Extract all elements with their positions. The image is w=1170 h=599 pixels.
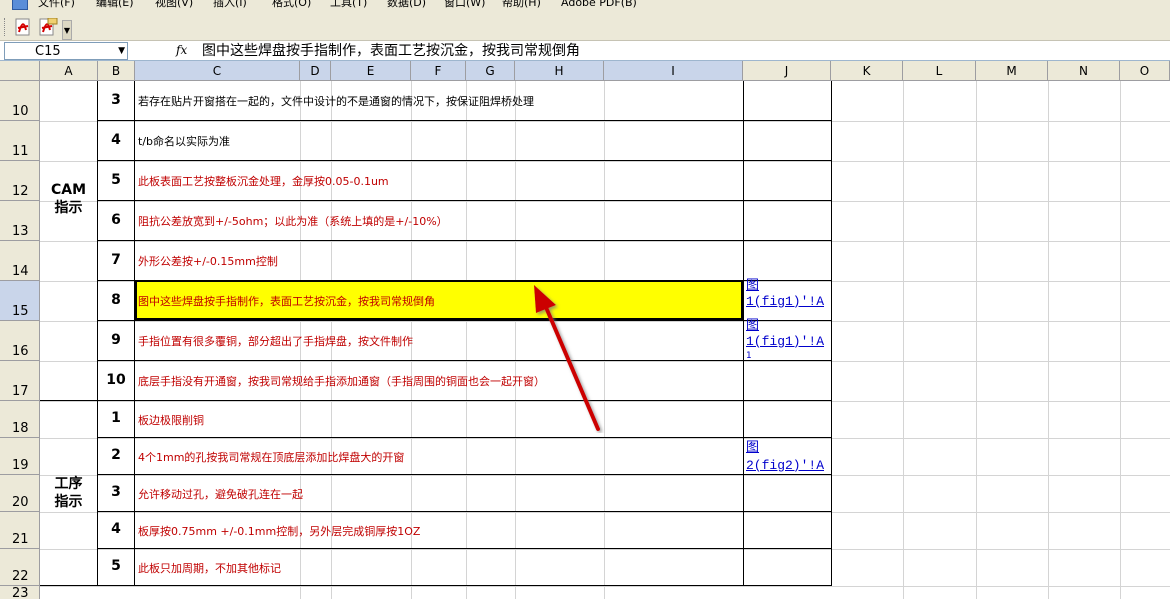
convert-to-pdf-icon[interactable] xyxy=(14,18,34,36)
gridline xyxy=(40,549,1170,550)
menu-format[interactable]: 格式(O) xyxy=(272,0,311,9)
item-text[interactable]: 若存在贴片开窗搭在一起的，文件中设计的不是通窗的情况下，按保证阻焊桥处理 xyxy=(138,93,534,109)
item-text[interactable]: 板厚按0.75mm +/-0.1mm控制，另外层完成铜厚按1OZ xyxy=(138,523,420,539)
gridline xyxy=(40,512,1170,513)
item-number: 3 xyxy=(111,484,121,500)
toolbar-grip-icon[interactable] xyxy=(4,18,7,36)
menu-tools[interactable]: 工具(T) xyxy=(330,0,367,9)
item-text[interactable]: 4个1mm的孔按我司常规在顶底层添加比焊盘大的开窗 xyxy=(138,449,404,465)
hyperlink-fig1-b-tail[interactable]: 1 xyxy=(746,351,752,361)
menu-adobe-pdf[interactable]: Adobe PDF(B) xyxy=(561,0,637,9)
item-number: 6 xyxy=(111,212,121,228)
gridline xyxy=(40,121,1170,122)
menu-bar: 文件(F) 编辑(E) 视图(V) 插入(I) 格式(O) 工具(T) 数据(D… xyxy=(0,0,1170,12)
gridline xyxy=(40,241,1170,242)
table-border xyxy=(98,548,832,549)
section-label-line: CAM xyxy=(50,182,87,198)
item-text[interactable]: 手指位置有很多覆铜，部分超出了手指焊盘，按文件制作 xyxy=(138,333,413,349)
workbook-icon[interactable] xyxy=(12,0,28,10)
item-number: 1 xyxy=(111,410,121,426)
section-label-process: 工序 指示 xyxy=(40,475,97,511)
formula-input[interactable]: 图中这些焊盘按手指制作，表面工艺按沉金，按我司常规倒角 xyxy=(202,42,580,60)
item-text[interactable]: 底层手指没有开通窗，按我司常规给手指添加通窗（手指周围的铜面也会一起开窗） xyxy=(138,373,545,389)
section-label-cam: CAM 指示 xyxy=(40,181,97,217)
gridline xyxy=(903,81,904,599)
gridline xyxy=(40,586,1170,587)
section-label-line: 工序 xyxy=(54,476,83,492)
table-border xyxy=(40,400,832,401)
table-border xyxy=(98,160,832,161)
table-border xyxy=(98,120,832,121)
convert-and-email-pdf-icon[interactable] xyxy=(38,18,58,36)
table-border xyxy=(98,200,832,201)
item-text[interactable]: 此板表面工艺按整板沉金处理，金厚按0.05-0.1um xyxy=(138,173,389,189)
hyperlink-fig1-line1[interactable]: 图 xyxy=(746,278,759,294)
item-number: 5 xyxy=(111,172,121,188)
item-number: 4 xyxy=(111,521,121,537)
name-box[interactable]: C15 ▼ xyxy=(4,42,128,60)
item-number: 5 xyxy=(111,558,121,574)
section-label-line: 指示 xyxy=(54,200,83,216)
menu-help[interactable]: 帮助(H) xyxy=(502,0,541,9)
spreadsheet-grid[interactable]: A B C D E F G H I J K L M N O 10 11 12 1… xyxy=(0,61,1170,599)
annotation-arrow-icon xyxy=(534,285,600,431)
name-box-value: C15 xyxy=(35,44,61,59)
item-text[interactable]: 板边极限削铜 xyxy=(138,412,204,428)
table-border xyxy=(98,240,832,241)
table-border xyxy=(98,437,832,438)
menu-insert[interactable]: 插入(I) xyxy=(213,0,247,9)
hyperlink-fig1-b-line1[interactable]: 图 xyxy=(746,318,759,334)
item-number: 4 xyxy=(111,132,121,148)
fx-icon[interactable]: fx xyxy=(176,43,187,57)
cell-area: CAM 指示 工序 指示 3 若存在贴片开窗搭在一起的，文件中设计的不是通窗的情… xyxy=(0,61,1170,599)
menu-edit[interactable]: 编辑(E) xyxy=(96,0,134,9)
hyperlink-fig2[interactable]: 2(fig2)'!A xyxy=(746,458,824,474)
item-number: 7 xyxy=(111,252,121,268)
gridline xyxy=(40,475,1170,476)
item-text[interactable]: t/b命名以实际为准 xyxy=(138,133,230,149)
table-border xyxy=(98,360,832,361)
hyperlink-fig2-line1[interactable]: 图 xyxy=(746,440,759,456)
toolbar-options-icon[interactable]: ▼ xyxy=(62,20,72,40)
item-text[interactable]: 允许移动过孔，避免破孔连在一起 xyxy=(138,486,303,502)
menu-view[interactable]: 视图(V) xyxy=(155,0,193,9)
gridline xyxy=(515,81,516,599)
chevron-down-icon[interactable]: ▼ xyxy=(118,46,125,56)
item-text[interactable]: 阻抗公差放宽到+/-5ohm；以此为准（系统上填的是+/-10%） xyxy=(138,213,448,229)
table-border xyxy=(40,585,832,586)
item-text-selected[interactable]: 图中这些焊盘按手指制作，表面工艺按沉金，按我司常规倒角 xyxy=(138,293,435,309)
gridline xyxy=(1120,81,1121,599)
gridline xyxy=(1048,81,1049,599)
item-number: 9 xyxy=(111,332,121,348)
gridline xyxy=(40,438,1170,439)
item-text[interactable]: 外形公差按+/-0.15mm控制 xyxy=(138,253,278,269)
hyperlink-fig1-b[interactable]: 1(fig1)'!A xyxy=(746,334,824,350)
hyperlink-fig1[interactable]: 1(fig1)'!A xyxy=(746,294,824,310)
gridline xyxy=(976,81,977,599)
item-number: 2 xyxy=(111,447,121,463)
gridline xyxy=(40,201,1170,202)
table-border xyxy=(98,511,832,512)
menu-window[interactable]: 窗口(W) xyxy=(444,0,485,9)
table-border xyxy=(98,320,832,321)
menu-file[interactable]: 文件(F) xyxy=(38,0,75,9)
formula-bar: C15 ▼ fx 图中这些焊盘按手指制作，表面工艺按沉金，按我司常规倒角 xyxy=(0,41,1170,61)
item-number: 10 xyxy=(106,372,126,388)
item-text[interactable]: 此板只加周期，不加其他标记 xyxy=(138,560,281,576)
item-number: 3 xyxy=(111,92,121,108)
menu-data[interactable]: 数据(D) xyxy=(387,0,426,9)
item-number: 8 xyxy=(111,292,121,308)
gridline xyxy=(40,161,1170,162)
pdf-toolbar: ▼ xyxy=(0,12,1170,41)
table-border xyxy=(98,474,832,475)
table-border xyxy=(98,280,832,281)
gridline xyxy=(466,81,467,599)
section-label-line: 指示 xyxy=(54,494,83,510)
